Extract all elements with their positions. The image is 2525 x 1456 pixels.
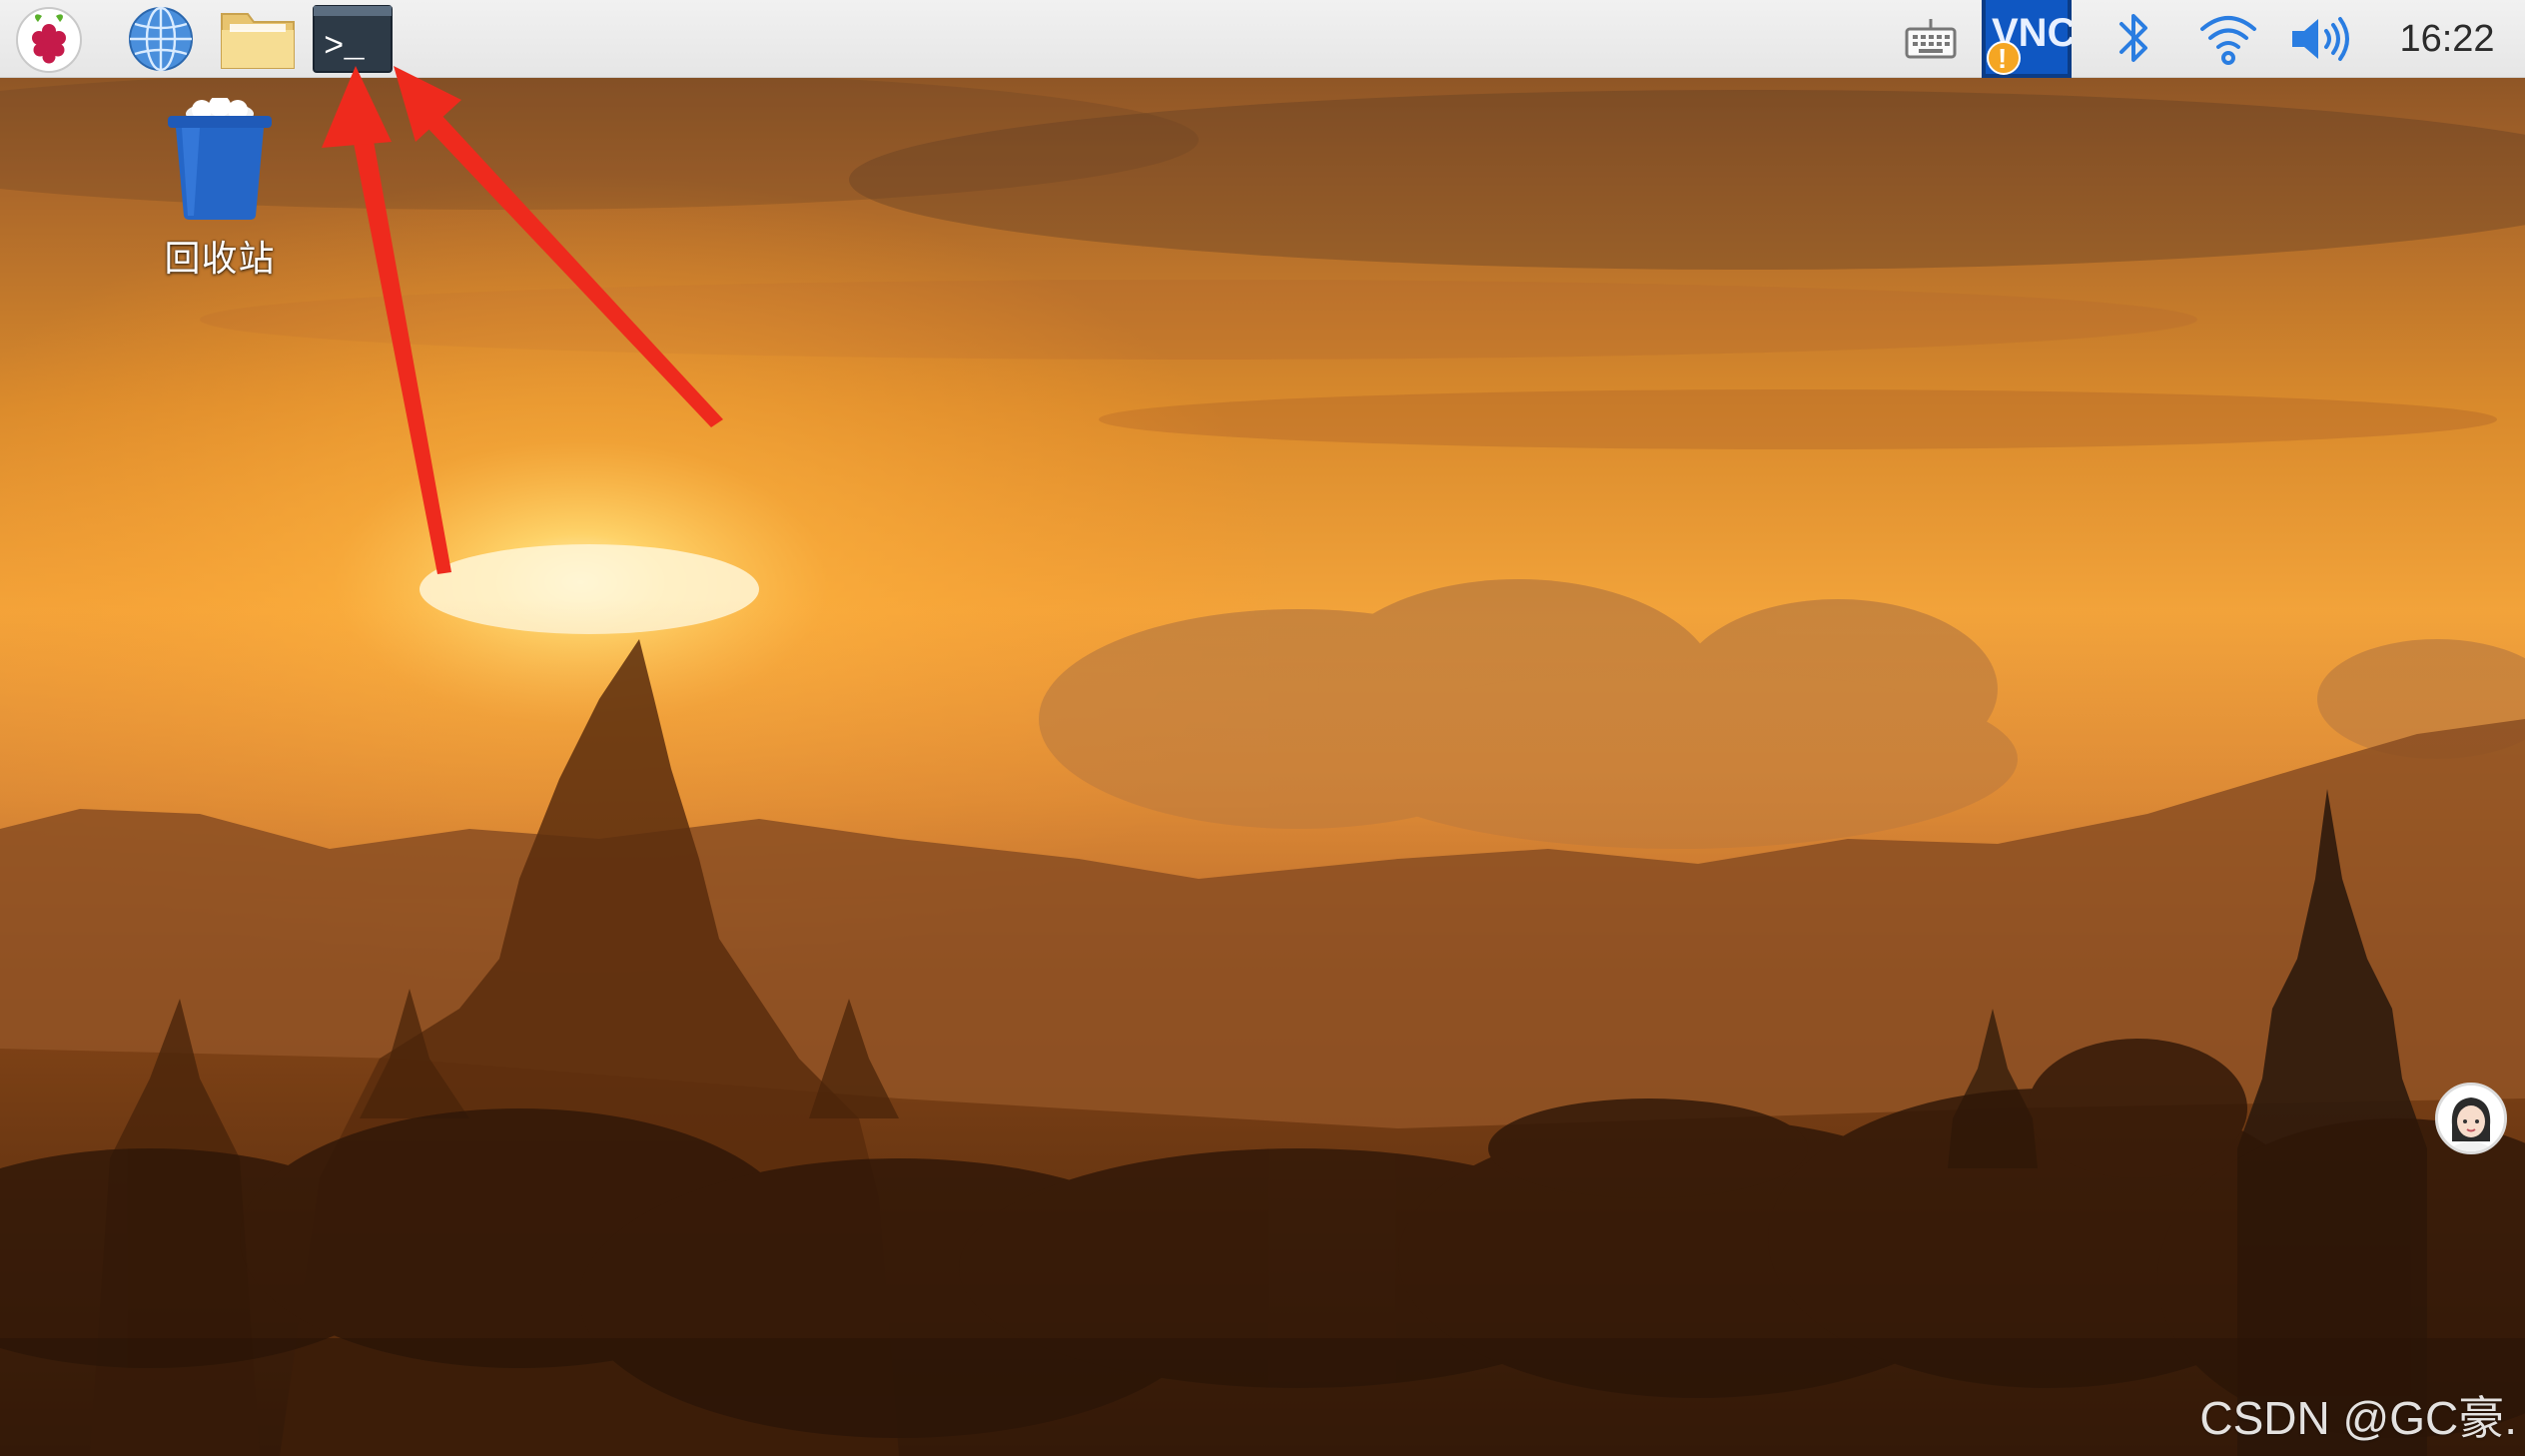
desktop-icon-trash[interactable]: 回收站 [140,98,300,288]
globe-icon [129,6,193,72]
csdn-watermark: CSDN @GC豪. [2199,1392,2517,1444]
raspberry-pi-logo-icon [16,7,82,73]
taskbar: >_ VNC ! 16:22 [0,0,2525,78]
user-avatar-icon [2438,1086,2504,1151]
terminal-glyph: >_ [324,29,365,67]
terminal-button[interactable]: >_ [310,0,396,78]
desktop-screen: >_ VNC ! 16:22 回收站 CSDN @GC豪. [0,0,2525,1456]
volume-icon [2292,17,2349,61]
clock[interactable]: 16:22 [2387,0,2507,78]
bluetooth-tray-button[interactable] [2104,0,2163,78]
keyboard-tray-button[interactable] [1896,0,1966,78]
raspberry-menu-button[interactable] [8,0,90,78]
desktop-wallpaper [0,0,2525,1456]
terminal-icon: >_ [313,5,393,73]
vnc-warning-glyph: ! [1998,43,2007,74]
wifi-tray-button[interactable] [2191,0,2265,78]
trash-bin-icon [168,98,272,220]
wifi-icon [2200,16,2256,65]
trash-label: 回收站 [164,239,276,280]
bluetooth-icon [2119,14,2147,62]
file-manager-button[interactable] [215,0,301,78]
floating-avatar[interactable] [2435,1083,2507,1154]
folder-icon [221,13,295,69]
volume-tray-button[interactable] [2283,0,2359,78]
vnc-server-tray-button[interactable]: VNC ! [1982,0,2072,78]
web-browser-button[interactable] [120,0,202,78]
vnc-server-icon: VNC ! [1982,0,2072,78]
keyboard-icon [1905,19,1957,59]
